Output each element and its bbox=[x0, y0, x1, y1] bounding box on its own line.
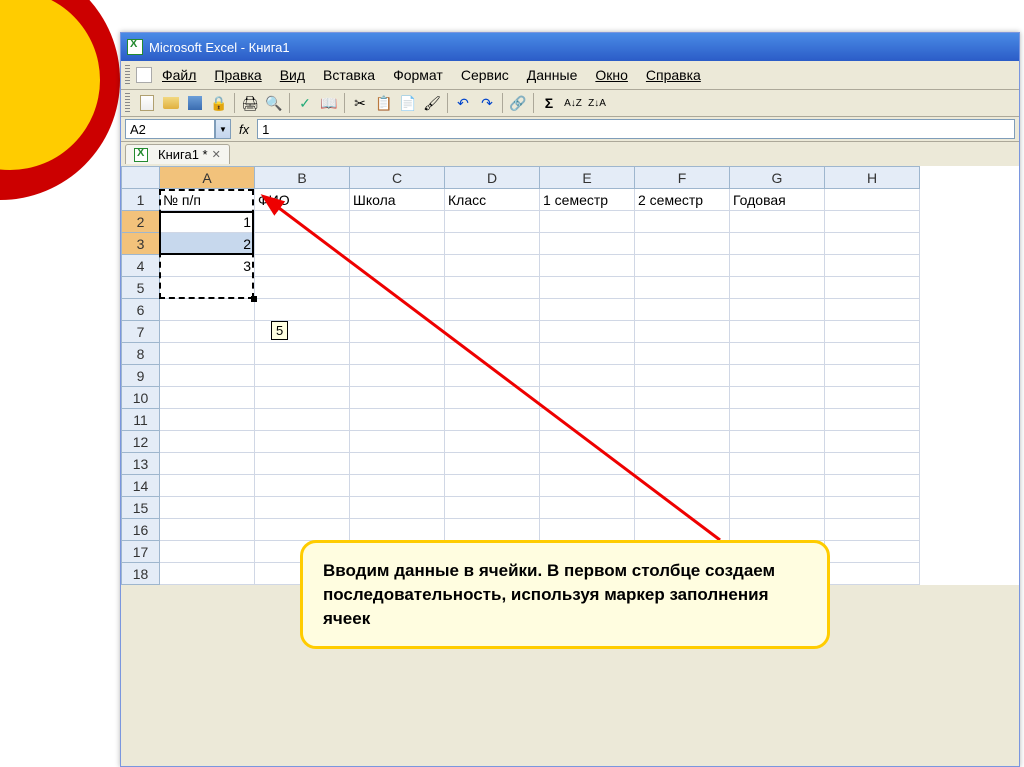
row-head-6[interactable]: 6 bbox=[122, 299, 160, 321]
grip-icon bbox=[125, 93, 130, 113]
excel-icon bbox=[127, 39, 143, 55]
row-head-9[interactable]: 9 bbox=[122, 365, 160, 387]
fill-handle[interactable] bbox=[251, 296, 257, 302]
col-head-G[interactable]: G bbox=[730, 167, 825, 189]
open-button[interactable] bbox=[160, 92, 182, 114]
excel-icon bbox=[134, 148, 148, 162]
col-head-E[interactable]: E bbox=[540, 167, 635, 189]
row-head-14[interactable]: 14 bbox=[122, 475, 160, 497]
autosum-button[interactable]: Σ bbox=[538, 92, 560, 114]
menu-help[interactable]: Справка bbox=[638, 63, 709, 87]
excel-window: Microsoft Excel - Книга1 Файл Правка Вид… bbox=[120, 32, 1020, 767]
cell-B2[interactable] bbox=[255, 211, 350, 233]
cell-G1[interactable]: Годовая bbox=[730, 189, 825, 211]
row-head-2[interactable]: 2 bbox=[122, 211, 160, 233]
formula-input[interactable]: 1 bbox=[257, 119, 1015, 139]
col-head-D[interactable]: D bbox=[445, 167, 540, 189]
row-head-12[interactable]: 12 bbox=[122, 431, 160, 453]
menu-file[interactable]: Файл bbox=[154, 63, 204, 87]
hyperlink-button[interactable]: 🔗 bbox=[507, 92, 529, 114]
menu-insert[interactable]: Вставка bbox=[315, 63, 383, 87]
col-head-H[interactable]: H bbox=[825, 167, 920, 189]
row-head-5[interactable]: 5 bbox=[122, 277, 160, 299]
cell-A3[interactable]: 2 bbox=[160, 233, 255, 255]
new-button[interactable] bbox=[136, 92, 158, 114]
cell-E1[interactable]: 1 семестр bbox=[540, 189, 635, 211]
menu-format[interactable]: Формат bbox=[385, 63, 451, 87]
workbook-tab[interactable]: Книга1 * ✕ bbox=[125, 144, 230, 164]
row-head-18[interactable]: 18 bbox=[122, 563, 160, 585]
fill-tooltip: 5 bbox=[271, 321, 288, 340]
undo-button[interactable]: ↶ bbox=[452, 92, 474, 114]
print-preview-button[interactable]: 🔍 bbox=[263, 92, 285, 114]
row-head-10[interactable]: 10 bbox=[122, 387, 160, 409]
col-head-C[interactable]: C bbox=[350, 167, 445, 189]
spelling-button[interactable]: ✓ bbox=[294, 92, 316, 114]
callout-text: Вводим данные в ячейки. В первом столбце… bbox=[323, 561, 775, 628]
row-head-11[interactable]: 11 bbox=[122, 409, 160, 431]
workbook-tab-label: Книга1 * bbox=[158, 147, 208, 162]
menu-view[interactable]: Вид bbox=[272, 63, 313, 87]
row-head-16[interactable]: 16 bbox=[122, 519, 160, 541]
select-all-corner[interactable] bbox=[122, 167, 160, 189]
print-button[interactable]: 🖨 bbox=[239, 92, 261, 114]
cell-A2[interactable]: 1 bbox=[160, 211, 255, 233]
close-icon[interactable]: ✕ bbox=[212, 148, 221, 161]
research-button[interactable]: 📖 bbox=[318, 92, 340, 114]
row-head-8[interactable]: 8 bbox=[122, 343, 160, 365]
paste-button[interactable]: 📄 bbox=[397, 92, 419, 114]
row-head-3[interactable]: 3 bbox=[122, 233, 160, 255]
col-head-B[interactable]: B bbox=[255, 167, 350, 189]
col-head-F[interactable]: F bbox=[635, 167, 730, 189]
title-bar: Microsoft Excel - Книга1 bbox=[121, 33, 1019, 61]
row-head-4[interactable]: 4 bbox=[122, 255, 160, 277]
name-box[interactable]: A2 bbox=[125, 119, 215, 139]
row-head-1[interactable]: 1 bbox=[122, 189, 160, 211]
cell-F1[interactable]: 2 семестр bbox=[635, 189, 730, 211]
menu-window[interactable]: Окно bbox=[587, 63, 636, 87]
row-head-7[interactable]: 7 bbox=[122, 321, 160, 343]
window-title: Microsoft Excel - Книга1 bbox=[149, 40, 290, 55]
cell-B1[interactable]: ФИО bbox=[255, 189, 350, 211]
copy-button[interactable]: 📋 bbox=[373, 92, 395, 114]
permission-button[interactable]: 🔒 bbox=[208, 92, 230, 114]
cell-C1[interactable]: Школа bbox=[350, 189, 445, 211]
format-painter-button[interactable]: 🖌 bbox=[421, 92, 443, 114]
col-head-A[interactable]: A bbox=[160, 167, 255, 189]
menu-edit[interactable]: Правка bbox=[206, 63, 269, 87]
cell-H1[interactable] bbox=[825, 189, 920, 211]
spreadsheet-grid[interactable]: A B C D E F G H 1 № п/п ФИО Школа Класс … bbox=[121, 166, 1019, 585]
redo-button[interactable]: ↷ bbox=[476, 92, 498, 114]
menu-data[interactable]: Данные bbox=[519, 63, 586, 87]
workbook-icon bbox=[136, 67, 152, 83]
cell-D1[interactable]: Класс bbox=[445, 189, 540, 211]
cell-A1[interactable]: № п/п bbox=[160, 189, 255, 211]
cell-A4[interactable]: 3 bbox=[160, 255, 255, 277]
menu-tools[interactable]: Сервис bbox=[453, 63, 517, 87]
standard-toolbar: 🔒 🖨 🔍 ✓ 📖 ✂ 📋 📄 🖌 ↶ ↷ 🔗 Σ A↓Z Z↓A bbox=[121, 90, 1019, 117]
save-button[interactable] bbox=[184, 92, 206, 114]
workbook-tab-row: Книга1 * ✕ bbox=[121, 142, 1019, 166]
name-box-dropdown[interactable]: ▼ bbox=[215, 119, 231, 139]
grip-icon bbox=[125, 65, 130, 85]
row-head-15[interactable]: 15 bbox=[122, 497, 160, 519]
row-head-13[interactable]: 13 bbox=[122, 453, 160, 475]
cut-button[interactable]: ✂ bbox=[349, 92, 371, 114]
sort-asc-button[interactable]: A↓Z bbox=[562, 92, 584, 114]
row-head-17[interactable]: 17 bbox=[122, 541, 160, 563]
formula-bar: A2 ▼ fx 1 bbox=[121, 117, 1019, 142]
fx-icon[interactable]: fx bbox=[239, 122, 249, 137]
sort-desc-button[interactable]: Z↓A bbox=[586, 92, 608, 114]
annotation-callout: Вводим данные в ячейки. В первом столбце… bbox=[300, 540, 830, 649]
menu-bar: Файл Правка Вид Вставка Формат Сервис Да… bbox=[121, 61, 1019, 90]
